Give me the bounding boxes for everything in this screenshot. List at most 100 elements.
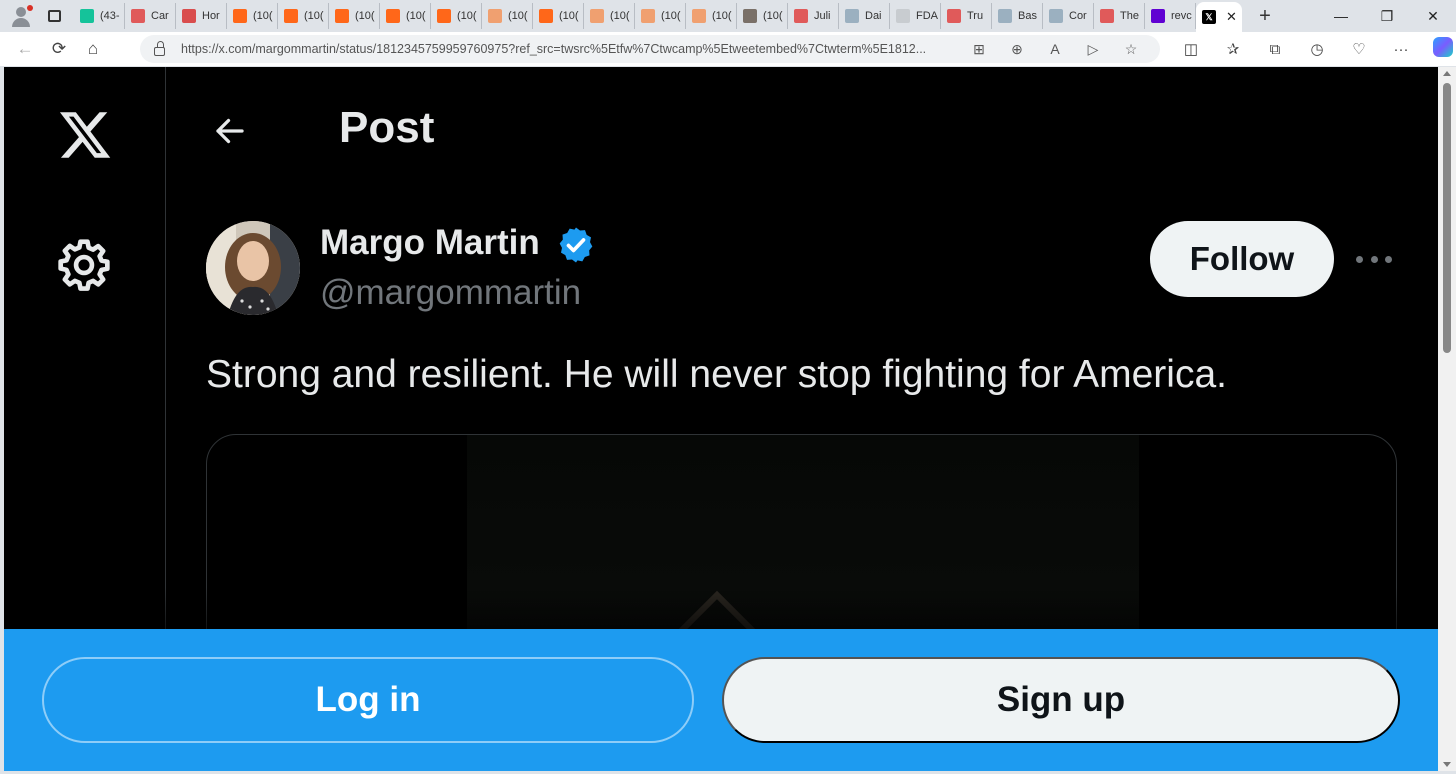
browser-tab[interactable]: (10(: [482, 3, 533, 29]
lock-icon[interactable]: [154, 40, 165, 56]
zoom-icon[interactable]: ⊕: [998, 41, 1036, 58]
browser-tab-label: (10(: [559, 10, 579, 22]
browser-tab[interactable]: Dai: [839, 3, 890, 29]
substack-icon: [539, 9, 553, 23]
browser-tab-label: FDA: [916, 10, 938, 22]
browser-tab-label: Cor: [1069, 10, 1087, 22]
follow-button[interactable]: Follow: [1150, 221, 1334, 297]
settings-more-icon[interactable]: ···: [1380, 41, 1422, 58]
browser-tab-label: (10(: [406, 10, 426, 22]
url-text[interactable]: https://x.com/margommartin/status/181234…: [181, 42, 981, 56]
app-available-icon[interactable]: ⊞: [960, 41, 998, 58]
browser-tab[interactable]: (10(: [227, 3, 278, 29]
more-options-icon[interactable]: [1356, 243, 1392, 275]
youtube-icon: [1100, 9, 1114, 23]
photo-icon: [743, 9, 757, 23]
wave-icon: [845, 9, 859, 23]
new-tab-button[interactable]: +: [1250, 5, 1280, 28]
tab-actions-icon[interactable]: [40, 2, 68, 30]
author-handle[interactable]: @margommartin: [320, 273, 581, 313]
verified-badge-icon: [559, 227, 593, 263]
minimize-icon[interactable]: —: [1318, 8, 1364, 24]
grammarly-icon: [80, 9, 94, 23]
browser-tab-label: (10(: [712, 10, 732, 22]
browser-tab-label: (10(: [763, 10, 783, 22]
author-name[interactable]: Margo Martin: [320, 223, 540, 263]
browser-tab[interactable]: (10(: [584, 3, 635, 29]
browser-tab[interactable]: Car: [125, 3, 176, 29]
scroll-down-icon[interactable]: [1443, 762, 1451, 767]
read-aloud-icon[interactable]: A: [1036, 41, 1074, 57]
login-button[interactable]: Log in: [42, 657, 694, 743]
close-tab-icon[interactable]: ✕: [1226, 9, 1237, 25]
browser-tab-label: (10(: [253, 10, 273, 22]
restore-icon[interactable]: ❐: [1364, 8, 1410, 25]
copilot-icon[interactable]: [1422, 37, 1456, 61]
address-bar[interactable]: https://x.com/margommartin/status/181234…: [140, 35, 1160, 63]
browser-tab[interactable]: Cor: [1043, 3, 1094, 29]
close-window-icon[interactable]: ✕: [1410, 8, 1456, 25]
tab-active-x[interactable]: 𝕏 ✕: [1196, 2, 1242, 32]
signup-button[interactable]: Sign up: [722, 657, 1400, 743]
browser-tab[interactable]: (10(: [686, 3, 737, 29]
favorite-star-icon[interactable]: ☆: [1112, 41, 1150, 58]
x-logo-icon[interactable]: [54, 107, 116, 163]
window-controls: — ❐ ✕: [1318, 0, 1456, 32]
browser-tab[interactable]: Tru: [941, 3, 992, 29]
browser-tab[interactable]: revc: [1145, 3, 1196, 29]
browser-tab-label: (10(: [457, 10, 477, 22]
browser-tab[interactable]: Bas: [992, 3, 1043, 29]
browser-tab-label: revc: [1171, 10, 1192, 22]
browser-tab[interactable]: FDA: [890, 3, 941, 29]
browser-tab[interactable]: (10(: [380, 3, 431, 29]
home-icon[interactable]: ⌂: [76, 34, 110, 64]
browser-tab[interactable]: (10(: [278, 3, 329, 29]
browser-tab[interactable]: Hor: [176, 3, 227, 29]
browser-tab[interactable]: (43-: [74, 3, 125, 29]
split-screen-icon[interactable]: ◫: [1170, 40, 1212, 58]
page-scrollbar[interactable]: [1438, 67, 1456, 771]
substack-icon: [692, 9, 706, 23]
browser-tab[interactable]: (10(: [737, 3, 788, 29]
signup-banner: Log in Sign up: [4, 629, 1438, 771]
browser-tab[interactable]: The: [1094, 3, 1145, 29]
favorites-icon[interactable]: ✰: [1212, 40, 1254, 58]
browser-tab-label: (10(: [610, 10, 630, 22]
browser-essentials-icon[interactable]: ♡: [1338, 40, 1380, 58]
media-icon[interactable]: ▷: [1074, 41, 1112, 58]
substack-icon: [641, 9, 655, 23]
browser-tab[interactable]: (10(: [533, 3, 584, 29]
substack-icon: [335, 9, 349, 23]
browser-tab-label: (43-: [100, 10, 120, 22]
browser-tab[interactable]: (10(: [635, 3, 686, 29]
browser-tab-label: Bas: [1018, 10, 1037, 22]
browser-tab-label: (10(: [508, 10, 528, 22]
bottom-fade: [4, 587, 1438, 629]
history-icon[interactable]: ◷: [1296, 40, 1338, 58]
back-icon[interactable]: ←: [8, 34, 42, 64]
collections-icon[interactable]: ⧉: [1254, 41, 1296, 58]
youtube-icon: [947, 9, 961, 23]
youtube-icon: [131, 9, 145, 23]
back-arrow-icon[interactable]: [212, 113, 248, 149]
page-viewport: Post Margo Martin @margommartin Follow S…: [4, 67, 1438, 771]
substack-icon: [488, 9, 502, 23]
browser-tab-label: Hor: [202, 10, 220, 22]
browser-tab-label: (10(: [661, 10, 681, 22]
tweet-text: Strong and resilient. He will never stop…: [206, 353, 1227, 396]
refresh-icon[interactable]: ⟳: [42, 34, 76, 64]
browser-tab-label: Car: [151, 10, 169, 22]
profile-icon[interactable]: [6, 1, 36, 31]
browser-tab-label: Juli: [814, 10, 831, 22]
scrollbar-thumb[interactable]: [1443, 83, 1451, 353]
browser-tab[interactable]: (10(: [431, 3, 482, 29]
scroll-up-icon[interactable]: [1443, 71, 1451, 76]
author-avatar[interactable]: [206, 221, 300, 315]
substack-icon: [590, 9, 604, 23]
browser-tab-bar: (43- Car Hor (10((10((10((10((10((10((10((1…: [0, 0, 1456, 32]
browser-tab-label: Tru: [967, 10, 984, 22]
browser-tab[interactable]: Juli: [788, 3, 839, 29]
settings-gear-icon[interactable]: [56, 237, 112, 293]
browser-tab[interactable]: (10(: [329, 3, 380, 29]
podcast-icon: [182, 9, 196, 23]
